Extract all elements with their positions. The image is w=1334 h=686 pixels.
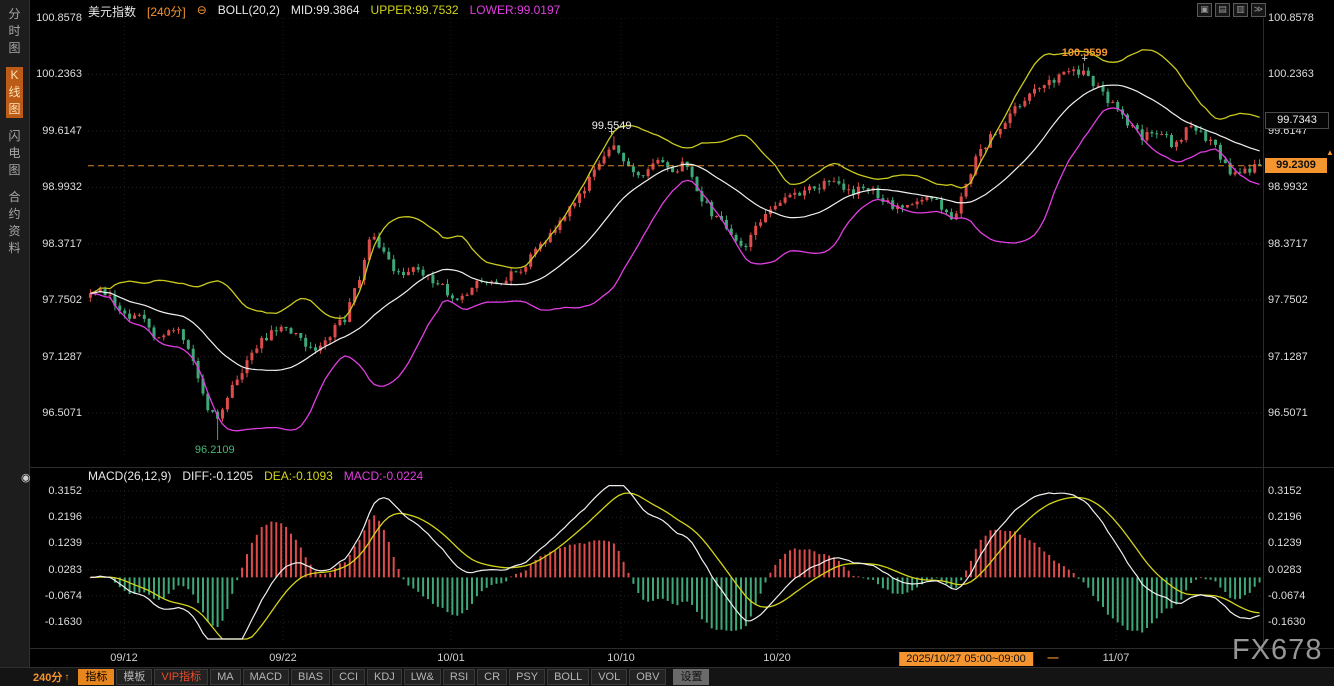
- tab-psy[interactable]: PSY: [509, 669, 545, 685]
- toolbar-tabs: 指标模板VIP指标MAMACDBIASCCIKDJLW&RSICRPSYBOLL…: [78, 669, 709, 685]
- indicator-panel-icon[interactable]: ◉: [21, 471, 31, 484]
- tab-obv[interactable]: OBV: [629, 669, 666, 685]
- sidebar-item-time-share-chart[interactable]: 分时图: [6, 6, 23, 57]
- boll-upper-value: UPPER:99.7532: [371, 3, 459, 20]
- macd-chart-canvas[interactable]: [88, 483, 1262, 643]
- macd-diff-value: DIFF:-0.1205: [182, 469, 253, 483]
- axis-tick-label: 98.3717: [42, 238, 82, 250]
- current-period-label: 2025/10/27 05:00~09:00: [899, 652, 1033, 666]
- tab-rsi[interactable]: RSI: [443, 669, 475, 685]
- tab-boll[interactable]: BOLL: [547, 669, 589, 685]
- axis-tick-label: 0.2196: [1268, 511, 1302, 523]
- bottom-toolbar: 240分 ↑ 指标模板VIP指标MAMACDBIASCCIKDJLW&RSICR…: [0, 667, 1334, 686]
- axis-tick-label: 98.9932: [42, 181, 82, 193]
- sidebar-item-contract-info[interactable]: 合约资料: [6, 189, 23, 257]
- axis-tick-label: 0.1239: [48, 537, 82, 549]
- tab-macd[interactable]: MACD: [243, 669, 289, 685]
- swing-high2-marker-icon: +: [1082, 53, 1088, 65]
- last-price-tag: 99.2309: [1265, 158, 1327, 173]
- axis-divider: [30, 648, 1334, 649]
- panel-divider: [30, 467, 1334, 468]
- sidebar-item-kline-chart[interactable]: K线图: [6, 67, 23, 118]
- axis-tick-label: 97.1287: [42, 351, 82, 363]
- x-axis-label: 09/22: [269, 652, 297, 664]
- period-label[interactable]: 240分: [33, 669, 62, 685]
- watermark: FX678: [1232, 634, 1322, 667]
- tab-ma[interactable]: MA: [210, 669, 241, 685]
- axis-tick-label: 100.2363: [1268, 68, 1314, 80]
- boll-mid-value: MID:99.3864: [291, 3, 360, 20]
- axis-tick-label: 97.7502: [1268, 294, 1308, 306]
- boll-lower-value: LOWER:99.0197: [470, 3, 561, 20]
- macd-params: MACD(26,12,9): [88, 469, 171, 483]
- axis-tick-label: 0.2196: [48, 511, 82, 523]
- swing-high-marker-icon: +: [608, 126, 614, 138]
- axis-tick-label: 96.5071: [42, 407, 82, 419]
- x-axis-label: 10/20: [763, 652, 791, 664]
- axis-tick-label: 97.7502: [42, 294, 82, 306]
- tab-settings[interactable]: 设置: [673, 669, 709, 685]
- tab-cci[interactable]: CCI: [332, 669, 365, 685]
- axis-tick-label: 0.1239: [1268, 537, 1302, 549]
- axis-tick-label: 0.0283: [1268, 564, 1302, 576]
- axis-tick-label: 0.0283: [48, 564, 82, 576]
- axis-tick-label: 100.8578: [36, 12, 82, 24]
- x-axis-label: 10/10: [607, 652, 635, 664]
- axis-tick-label: 99.6147: [42, 125, 82, 137]
- tab-kdj[interactable]: KDJ: [367, 669, 402, 685]
- axis-tick-label: 97.1287: [1268, 351, 1308, 363]
- axis-tick-label: -0.0674: [45, 590, 82, 602]
- left-price-axis: 100.8578 100.2363 99.6147 98.9932 98.3717 97.…: [28, 0, 84, 686]
- axis-tick-label: -0.1630: [1268, 616, 1305, 628]
- axis-tick-label: 98.9932: [1268, 181, 1308, 193]
- axis-tick-label: 100.8578: [1268, 12, 1314, 24]
- chart-title: 美元指数 [240分] ⊖ BOLL(20,2) MID:99.3864 UPPER:99…: [88, 3, 560, 20]
- tab-vol[interactable]: VOL: [591, 669, 627, 685]
- axis-tick-label: -0.1630: [45, 616, 82, 628]
- window-single-icon[interactable]: ▣: [1197, 3, 1212, 17]
- tab-templates[interactable]: 模板: [116, 669, 152, 685]
- axis-tick-label: -0.0674: [1268, 590, 1305, 602]
- axis-tick-label: 0.3152: [1268, 485, 1302, 497]
- swing-low-label: 96.2109: [195, 444, 235, 456]
- x-axis-label: 10/01: [437, 652, 465, 664]
- left-sidebar: 分时图 K线图闪电图合约资料: [0, 0, 30, 686]
- price-up-arrow-icon: ▲: [1326, 148, 1334, 157]
- tab-vip-indicators[interactable]: VIP指标: [154, 669, 208, 685]
- tab-lw[interactable]: LW&: [404, 669, 441, 685]
- trading-app-window: 分时图 K线图闪电图合约资料 美元指数 [240分] ⊖ BOLL(20,2) MID:9…: [0, 0, 1334, 686]
- sidebar-item-lightning-chart[interactable]: 闪电图: [6, 128, 23, 179]
- boll-mid-price-tag: 99.7343: [1265, 112, 1329, 129]
- period-badge: [240分]: [147, 3, 186, 20]
- right-price-axis: 100.8578100.236399.614798.993298.371797.…: [1266, 0, 1334, 686]
- x-axis-label: 11/07: [1103, 652, 1130, 664]
- tab-indicators[interactable]: 指标: [78, 669, 114, 685]
- range-dash-icon: —: [1048, 652, 1059, 664]
- macd-bar-value: MACD:-0.0224: [344, 469, 423, 483]
- boll-params: BOLL(20,2): [218, 3, 280, 20]
- axis-tick-label: 98.3717: [1268, 238, 1308, 250]
- axis-tick-label: 0.3152: [48, 485, 82, 497]
- period-up-icon[interactable]: ↑: [64, 672, 69, 683]
- window-split-icon[interactable]: ▤: [1215, 3, 1230, 17]
- axis-tick-label: 100.2363: [36, 68, 82, 80]
- window-expand-icon[interactable]: ≫: [1251, 3, 1266, 17]
- window-controls: ▣▤▥≫: [1197, 3, 1266, 17]
- price-chart-canvas[interactable]: [88, 18, 1262, 455]
- x-axis-label: 09/12: [110, 652, 138, 664]
- macd-dea-value: DEA:-0.1093: [264, 469, 333, 483]
- window-grid-icon[interactable]: ▥: [1233, 3, 1248, 17]
- tab-cr[interactable]: CR: [477, 669, 507, 685]
- tab-bias[interactable]: BIAS: [291, 669, 330, 685]
- collapse-icon[interactable]: ⊖: [197, 3, 207, 20]
- right-axis-divider: [1263, 18, 1264, 648]
- symbol-name: 美元指数: [88, 3, 136, 20]
- x-axis: 09/12 09/22 10/01 10/10 10/20 2025/10/27 05:0…: [88, 652, 1262, 667]
- axis-tick-label: 96.5071: [1268, 407, 1308, 419]
- macd-header: MACD(26,12,9) DIFF:-0.1205 DEA:-0.1093 MACD…: [88, 469, 423, 483]
